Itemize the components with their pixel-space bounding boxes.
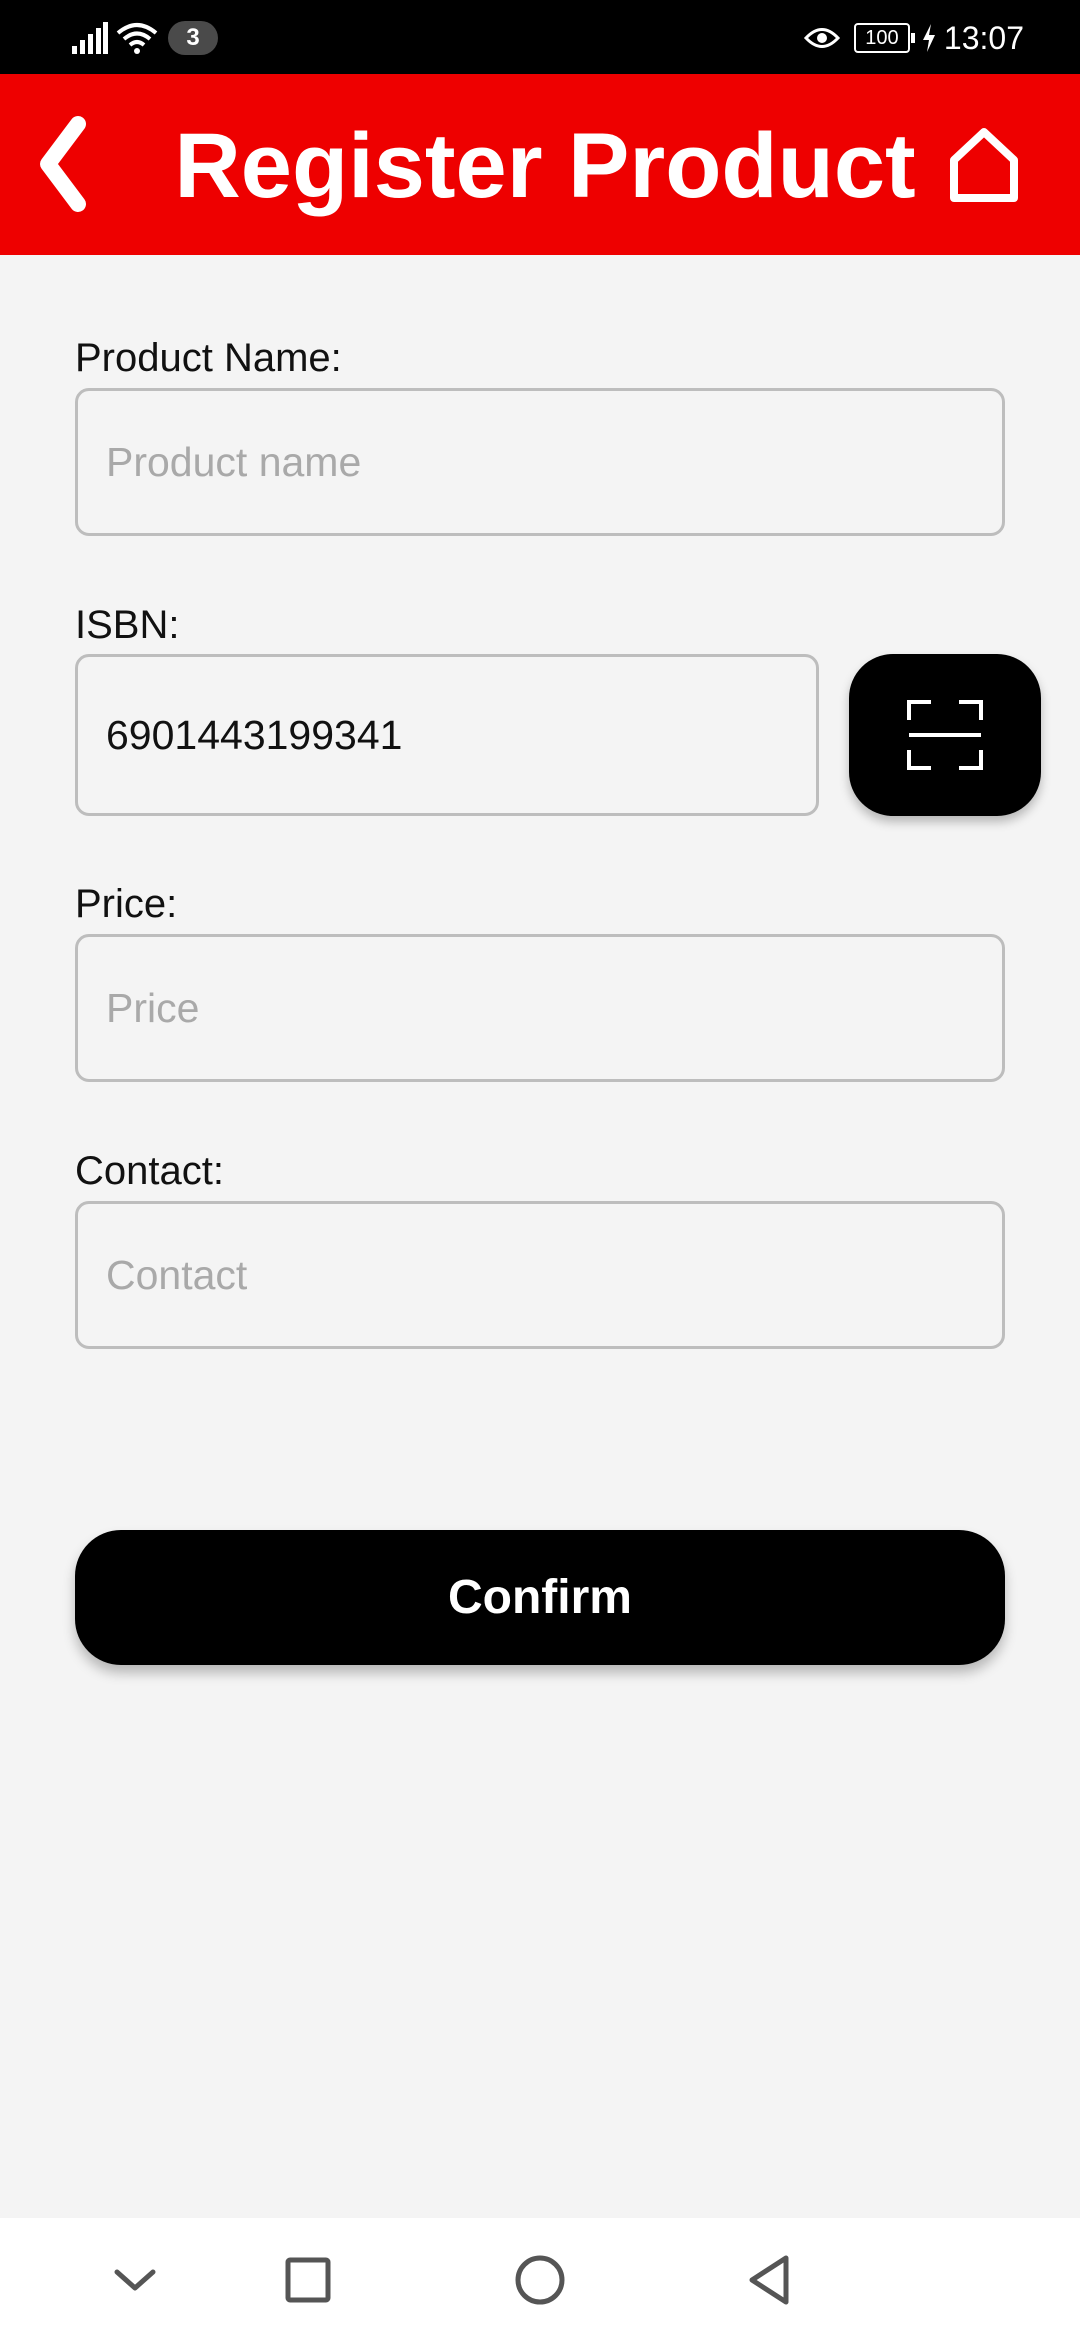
- signal-icon: [72, 22, 108, 54]
- contact-label: Contact:: [75, 1149, 224, 1193]
- nav-recents-button[interactable]: [268, 2240, 348, 2320]
- nav-back-button[interactable]: [730, 2240, 810, 2320]
- wifi-icon: [116, 23, 158, 54]
- notification-count-badge: 3: [168, 21, 218, 55]
- eye-icon: [803, 28, 840, 48]
- nav-collapse-button[interactable]: [95, 2240, 175, 2320]
- system-nav-bar: [0, 2218, 1080, 2340]
- battery-icon: 100: [853, 23, 915, 53]
- barcode-scan-icon: [907, 700, 983, 770]
- page-title: Register Product: [174, 115, 916, 217]
- contact-input[interactable]: [75, 1201, 1005, 1349]
- scan-barcode-button[interactable]: [849, 654, 1041, 816]
- circle-icon: [515, 2255, 565, 2305]
- charging-icon: [922, 24, 935, 52]
- status-left: 3: [72, 18, 218, 58]
- price-input[interactable]: [75, 934, 1005, 1082]
- price-label: Price:: [75, 882, 178, 926]
- home-button[interactable]: [944, 124, 1024, 204]
- status-bar: 3 100 13:07: [0, 0, 1080, 74]
- product-name-label: Product Name:: [75, 336, 342, 380]
- status-time: 13:07: [943, 19, 1024, 56]
- battery-level: 100: [865, 27, 899, 49]
- chevron-down-icon: [114, 2269, 156, 2291]
- back-button[interactable]: [26, 114, 96, 214]
- app-header: Register Product: [0, 74, 1080, 255]
- square-icon: [285, 2257, 331, 2303]
- product-name-input[interactable]: [75, 388, 1005, 536]
- chevron-left-icon: [40, 116, 86, 212]
- confirm-button[interactable]: Confirm: [75, 1530, 1005, 1665]
- isbn-input[interactable]: [75, 654, 819, 816]
- isbn-label: ISBN:: [75, 603, 180, 647]
- triangle-back-icon: [749, 2255, 789, 2305]
- status-right: 100 13:07: [803, 18, 1024, 58]
- home-icon: [950, 128, 1018, 202]
- nav-home-button[interactable]: [500, 2240, 580, 2320]
